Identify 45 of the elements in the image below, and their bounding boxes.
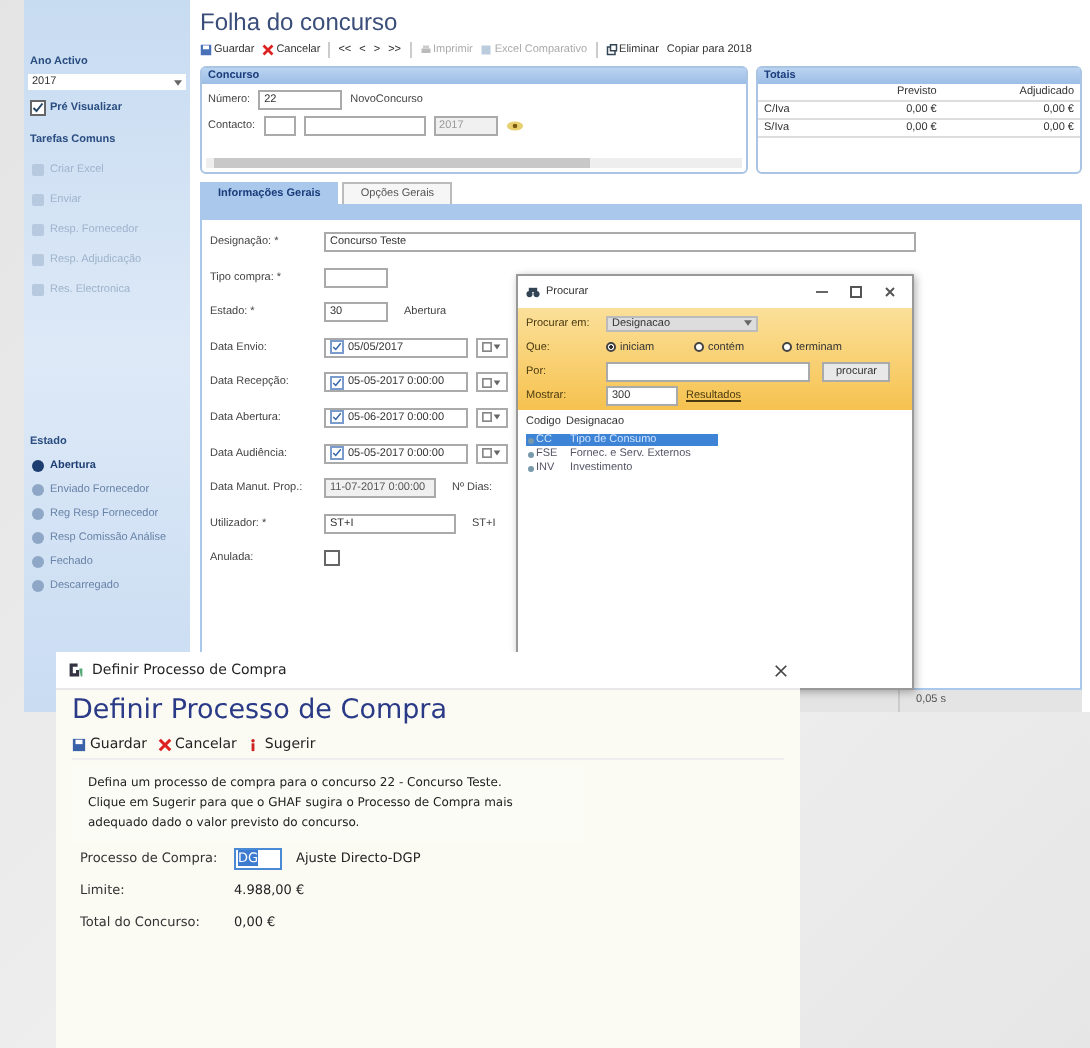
input-field[interactable] bbox=[263, 116, 296, 136]
calendar-dropdown-icon bbox=[482, 342, 502, 353]
preview-checkbox[interactable] bbox=[30, 100, 46, 116]
cancel-icon bbox=[157, 737, 172, 751]
date-checkbox[interactable] bbox=[330, 375, 344, 390]
cancel-icon bbox=[262, 44, 275, 56]
date-checkbox[interactable] bbox=[330, 340, 344, 355]
checkbox[interactable] bbox=[324, 550, 340, 567]
calendar-button[interactable] bbox=[476, 443, 508, 464]
dropdown-arrow-icon bbox=[744, 320, 752, 326]
save-icon bbox=[72, 737, 86, 751]
task-icon bbox=[32, 254, 44, 266]
printer-icon bbox=[419, 44, 432, 56]
calendar-dropdown-icon bbox=[482, 377, 502, 388]
task-icon bbox=[32, 194, 44, 206]
calendar-button[interactable] bbox=[476, 407, 508, 428]
date-checkbox[interactable] bbox=[330, 446, 344, 461]
search-field[interactable] bbox=[606, 361, 810, 381]
copy-icon bbox=[605, 44, 618, 56]
bullet-icon bbox=[528, 437, 534, 443]
app-logo-icon bbox=[68, 662, 84, 678]
dropdown-arrow-icon bbox=[174, 79, 182, 85]
radio-button[interactable] bbox=[694, 342, 704, 352]
input-field[interactable] bbox=[303, 116, 426, 136]
horizontal-scrollbar[interactable] bbox=[206, 158, 742, 168]
calendar-dropdown-icon bbox=[482, 412, 502, 423]
calendar-button[interactable] bbox=[476, 372, 508, 393]
task-icon bbox=[32, 284, 44, 296]
date-checkbox[interactable] bbox=[330, 410, 344, 425]
binoculars-icon bbox=[526, 286, 540, 298]
task-icon bbox=[32, 224, 44, 236]
dialog-heading: Definir Processo de Compra bbox=[72, 694, 448, 726]
eye-icon[interactable] bbox=[505, 120, 524, 132]
calendar-button[interactable] bbox=[476, 337, 508, 358]
close-button[interactable] bbox=[774, 663, 788, 677]
info-icon bbox=[246, 737, 261, 751]
bullet-icon bbox=[528, 465, 534, 471]
save-icon bbox=[200, 44, 212, 56]
task-icon bbox=[32, 164, 44, 176]
page-title: Folha do concurso bbox=[200, 8, 398, 36]
radio-button[interactable] bbox=[782, 342, 792, 352]
radio-button[interactable] bbox=[606, 342, 616, 352]
bullet-icon bbox=[528, 451, 534, 457]
calendar-dropdown-icon bbox=[482, 448, 502, 459]
text-field[interactable] bbox=[324, 267, 388, 288]
